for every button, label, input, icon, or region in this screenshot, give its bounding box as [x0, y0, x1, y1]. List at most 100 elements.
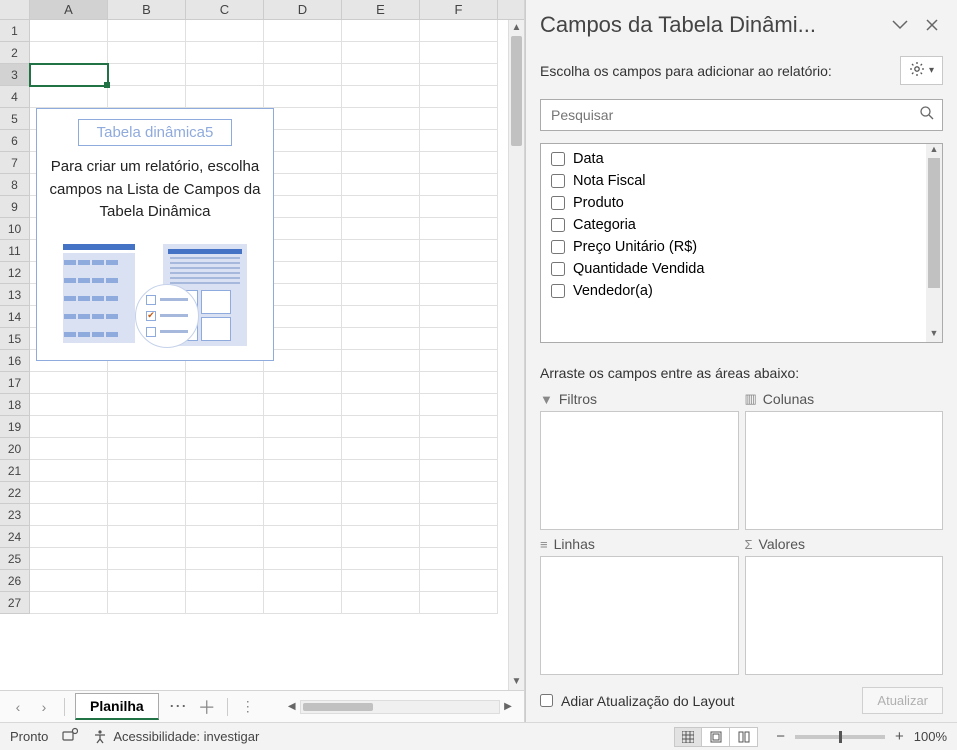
cell[interactable]: [420, 218, 498, 240]
cell[interactable]: [108, 592, 186, 614]
cell[interactable]: [264, 42, 342, 64]
row-header[interactable]: 4: [0, 86, 30, 108]
row-header[interactable]: 2: [0, 42, 30, 64]
row-header[interactable]: 21: [0, 460, 30, 482]
cell[interactable]: [342, 460, 420, 482]
cell[interactable]: [342, 218, 420, 240]
row-header[interactable]: 23: [0, 504, 30, 526]
scroll-right-arrow-icon[interactable]: ▶: [500, 701, 516, 712]
cell[interactable]: [108, 548, 186, 570]
row-header[interactable]: 15: [0, 328, 30, 350]
cell[interactable]: [264, 438, 342, 460]
cell[interactable]: [30, 438, 108, 460]
cell[interactable]: [342, 196, 420, 218]
field-item[interactable]: Vendedor(a): [541, 280, 926, 302]
cell[interactable]: [264, 416, 342, 438]
horizontal-scrollbar[interactable]: ◀ ▶: [284, 700, 516, 714]
cell[interactable]: [30, 592, 108, 614]
zoom-slider[interactable]: [795, 735, 885, 739]
cell[interactable]: [342, 570, 420, 592]
zoom-out-button[interactable]: −: [772, 728, 789, 745]
cell[interactable]: [420, 504, 498, 526]
row-header[interactable]: 8: [0, 174, 30, 196]
cell[interactable]: [342, 306, 420, 328]
zoom-value[interactable]: 100%: [914, 729, 947, 744]
row-header[interactable]: 26: [0, 570, 30, 592]
field-checkbox[interactable]: [551, 196, 565, 210]
field-checkbox[interactable]: [551, 152, 565, 166]
cell[interactable]: [264, 350, 342, 372]
filters-dropzone[interactable]: [540, 411, 739, 530]
cell[interactable]: [30, 460, 108, 482]
field-item[interactable]: Nota Fiscal: [541, 170, 926, 192]
sheet-tab-active[interactable]: Planilha: [75, 693, 159, 720]
scroll-left-arrow-icon[interactable]: ◀: [284, 701, 300, 712]
fields-scrollbar[interactable]: ▲ ▼: [926, 144, 942, 342]
row-header[interactable]: 19: [0, 416, 30, 438]
search-icon[interactable]: [912, 105, 942, 126]
cell[interactable]: [342, 86, 420, 108]
defer-layout-checkbox[interactable]: Adiar Atualização do Layout: [540, 693, 854, 709]
cell[interactable]: [30, 20, 108, 42]
row-header[interactable]: 11: [0, 240, 30, 262]
cell[interactable]: [264, 460, 342, 482]
cell[interactable]: [342, 152, 420, 174]
row-header[interactable]: 24: [0, 526, 30, 548]
tab-options-icon[interactable]: ⋮: [238, 698, 258, 715]
scroll-up-arrow-icon[interactable]: ▲: [926, 144, 942, 158]
row-header[interactable]: 7: [0, 152, 30, 174]
scroll-down-arrow-icon[interactable]: ▼: [509, 674, 524, 690]
cell[interactable]: [264, 152, 342, 174]
cell[interactable]: [30, 416, 108, 438]
cell[interactable]: [420, 328, 498, 350]
cell[interactable]: [264, 196, 342, 218]
row-header[interactable]: 14: [0, 306, 30, 328]
select-all-corner[interactable]: [0, 0, 30, 19]
accessibility-status[interactable]: Acessibilidade: investigar: [92, 729, 259, 745]
cell[interactable]: [264, 64, 342, 86]
fields-scroll-thumb[interactable]: [928, 158, 940, 288]
cell[interactable]: [342, 262, 420, 284]
row-header[interactable]: 18: [0, 394, 30, 416]
cell[interactable]: [420, 372, 498, 394]
cell[interactable]: [342, 20, 420, 42]
cell[interactable]: [108, 20, 186, 42]
cell[interactable]: [420, 196, 498, 218]
add-sheet-button[interactable]: ＋: [197, 694, 217, 720]
cell[interactable]: [342, 526, 420, 548]
scroll-down-arrow-icon[interactable]: ▼: [926, 328, 942, 342]
cell[interactable]: [186, 416, 264, 438]
row-header[interactable]: 1: [0, 20, 30, 42]
row-header[interactable]: 5: [0, 108, 30, 130]
vertical-scrollbar[interactable]: ▲ ▼: [508, 20, 524, 690]
row-header[interactable]: 20: [0, 438, 30, 460]
cell[interactable]: [108, 570, 186, 592]
cell[interactable]: [264, 394, 342, 416]
row-header[interactable]: 12: [0, 262, 30, 284]
cell[interactable]: [264, 130, 342, 152]
row-header[interactable]: 27: [0, 592, 30, 614]
cell[interactable]: [420, 20, 498, 42]
cell[interactable]: [342, 438, 420, 460]
cell[interactable]: [264, 174, 342, 196]
cell[interactable]: [264, 306, 342, 328]
pane-options-button[interactable]: ▾: [900, 56, 943, 85]
cell[interactable]: [264, 218, 342, 240]
cell[interactable]: [108, 64, 186, 86]
cell[interactable]: [108, 482, 186, 504]
col-header[interactable]: B: [108, 0, 186, 19]
cell[interactable]: [420, 438, 498, 460]
view-page-layout-button[interactable]: [702, 727, 730, 747]
cell[interactable]: [108, 526, 186, 548]
cell[interactable]: [186, 438, 264, 460]
cell[interactable]: [30, 64, 108, 86]
cell[interactable]: [264, 240, 342, 262]
cell[interactable]: [420, 592, 498, 614]
cell[interactable]: [420, 42, 498, 64]
cell[interactable]: [342, 548, 420, 570]
cell[interactable]: [342, 130, 420, 152]
cell[interactable]: [264, 570, 342, 592]
cell[interactable]: [108, 394, 186, 416]
close-pane-icon[interactable]: [921, 14, 943, 36]
cell[interactable]: [420, 460, 498, 482]
